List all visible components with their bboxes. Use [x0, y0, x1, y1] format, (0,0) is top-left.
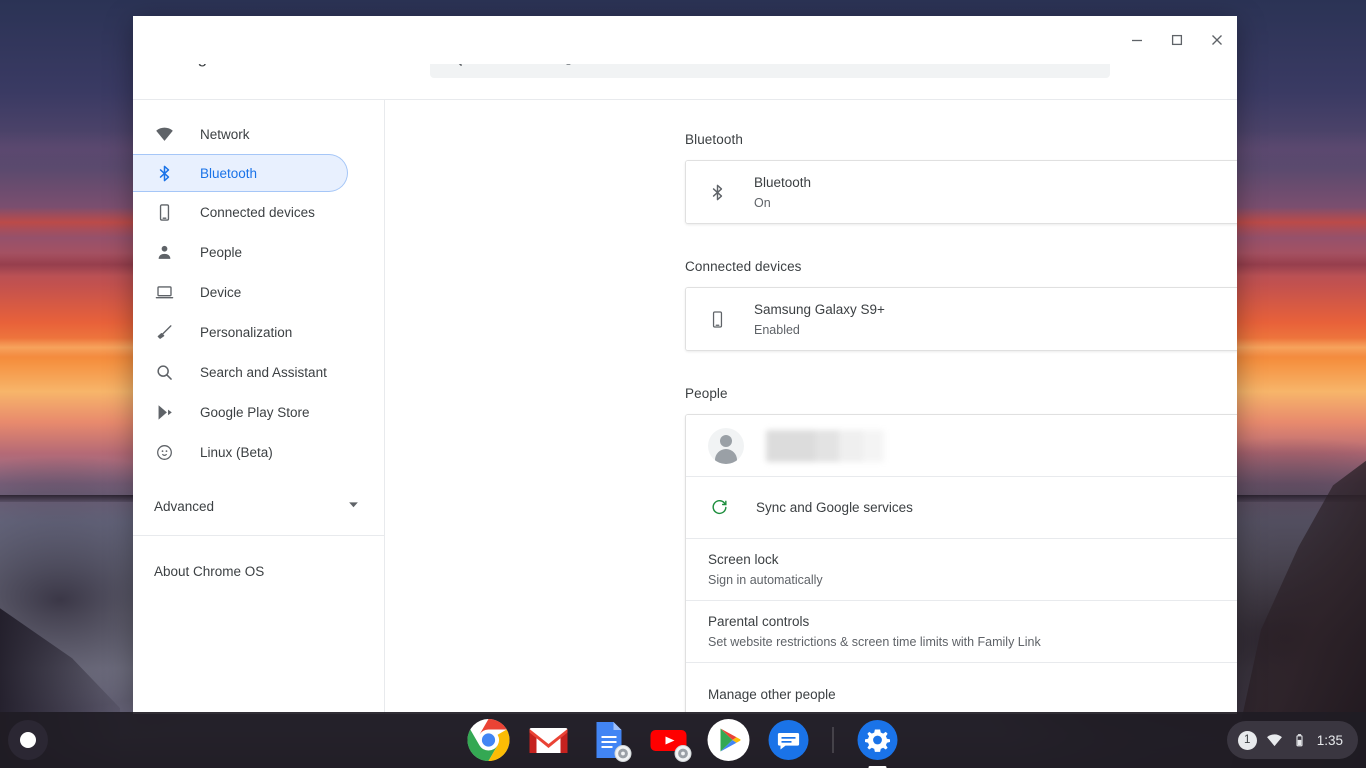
sidebar-item-label: Network — [200, 127, 250, 142]
connected-devices-card: Samsung Galaxy S9+ Enabled — [685, 287, 1237, 351]
main-content: Bluetooth Bluetooth On — [385, 100, 1237, 714]
shelf-app-settings[interactable] — [856, 718, 900, 762]
sidebar-item-label: Bluetooth — [200, 166, 257, 181]
sidebar-item-label: Connected devices — [200, 205, 315, 220]
play-store-icon — [707, 718, 751, 762]
screen-lock-row[interactable]: Screen lock Sign in automatically — [686, 539, 1237, 601]
phone-icon — [706, 310, 728, 329]
shelf-app-docs[interactable] — [587, 718, 631, 762]
shelf-app-youtube[interactable] — [647, 718, 691, 762]
linux-penguin-icon — [154, 442, 174, 462]
battery-icon[interactable] — [1292, 733, 1307, 748]
shelf-divider — [833, 727, 834, 753]
sidebar-item-connected-devices[interactable]: Connected devices — [133, 192, 384, 232]
messages-icon — [767, 718, 811, 762]
bluetooth-icon — [154, 163, 174, 183]
notification-count-badge[interactable]: 1 — [1238, 731, 1257, 750]
shelf-app-play-store[interactable] — [707, 718, 751, 762]
sidebar-item-google-play-store[interactable]: Google Play Store — [133, 392, 384, 432]
sidebar-about-label: About Chrome OS — [154, 564, 264, 579]
shelf-app-chrome[interactable] — [467, 718, 511, 762]
sidebar: Network Bluetooth Connected devices — [133, 100, 385, 714]
shortcut-badge — [615, 745, 632, 762]
launcher-button[interactable] — [8, 720, 48, 760]
shelf-app-gmail[interactable] — [527, 718, 571, 762]
sidebar-item-label: Linux (Beta) — [200, 445, 273, 460]
bluetooth-card: Bluetooth On — [685, 160, 1237, 224]
row-title: Screen lock — [708, 550, 1237, 569]
sidebar-item-about-chrome-os[interactable]: About Chrome OS — [133, 551, 384, 591]
brush-icon — [154, 322, 174, 342]
chrome-badge-icon — [618, 748, 629, 759]
sidebar-item-label: Personalization — [200, 325, 292, 340]
shelf: 1 1:35 — [0, 712, 1366, 768]
clock[interactable]: 1:35 — [1317, 733, 1343, 748]
manage-other-people-row[interactable]: Manage other people — [686, 663, 1237, 714]
maximize-button[interactable] — [1157, 16, 1197, 64]
phone-icon — [154, 202, 174, 222]
section-title-bluetooth: Bluetooth — [685, 132, 1237, 147]
wifi-icon — [154, 124, 174, 144]
launcher-icon — [20, 732, 36, 748]
close-button[interactable] — [1197, 16, 1237, 64]
chrome-badge-icon — [678, 748, 689, 759]
row-subtitle: Set website restrictions & screen time l… — [708, 633, 1235, 651]
account-row[interactable] — [686, 415, 1237, 477]
chrome-icon — [467, 718, 511, 762]
account-name-redacted — [766, 430, 884, 462]
row-subtitle: Sign in automatically — [708, 571, 1237, 589]
section-title-people: People — [685, 386, 1237, 401]
sidebar-advanced-toggle[interactable]: Advanced — [133, 486, 384, 526]
sidebar-item-device[interactable]: Device — [133, 272, 384, 312]
sidebar-item-label: Device — [200, 285, 241, 300]
connected-device-row[interactable]: Samsung Galaxy S9+ Enabled — [686, 288, 1237, 350]
sidebar-item-network[interactable]: Network — [133, 114, 384, 154]
bluetooth-icon — [706, 183, 728, 202]
shelf-apps — [467, 712, 900, 768]
person-icon — [154, 242, 174, 262]
sidebar-item-search-and-assistant[interactable]: Search and Assistant — [133, 352, 384, 392]
sync-icon — [708, 498, 730, 517]
minimize-button[interactable] — [1117, 16, 1157, 64]
section-title-connected-devices: Connected devices — [685, 259, 1237, 274]
sidebar-divider — [133, 535, 384, 536]
sync-and-google-services-row[interactable]: Sync and Google services — [686, 477, 1237, 539]
window-titlebar — [133, 16, 1237, 64]
sidebar-item-label: Search and Assistant — [200, 365, 327, 380]
system-tray[interactable]: 1 1:35 — [1227, 721, 1358, 759]
sidebar-item-people[interactable]: People — [133, 232, 384, 272]
row-subtitle: Enabled — [754, 321, 1237, 339]
laptop-icon — [154, 282, 174, 302]
wifi-icon[interactable] — [1266, 732, 1283, 749]
gmail-icon — [527, 718, 571, 762]
chevron-down-icon — [347, 498, 360, 514]
sidebar-item-personalization[interactable]: Personalization — [133, 312, 384, 352]
avatar — [708, 428, 744, 464]
sidebar-item-bluetooth[interactable]: Bluetooth — [133, 154, 348, 192]
maximize-icon — [1171, 34, 1183, 46]
settings-gear-icon — [856, 718, 900, 762]
close-icon — [1211, 34, 1223, 46]
sidebar-advanced-label: Advanced — [154, 499, 347, 514]
row-title: Samsung Galaxy S9+ — [754, 300, 1237, 319]
sidebar-item-label: People — [200, 245, 242, 260]
shelf-app-messages[interactable] — [767, 718, 811, 762]
minimize-icon — [1131, 34, 1143, 46]
parental-controls-row[interactable]: Parental controls Set website restrictio… — [686, 601, 1237, 663]
row-title: Bluetooth — [754, 173, 1237, 192]
shortcut-badge — [675, 745, 692, 762]
play-store-icon — [154, 402, 174, 422]
settings-window: Settings — [133, 16, 1237, 714]
row-title: Sync and Google services — [756, 498, 1237, 517]
row-title: Parental controls — [708, 612, 1235, 631]
search-icon — [154, 362, 174, 382]
bluetooth-row[interactable]: Bluetooth On — [686, 161, 1237, 223]
people-card: Sync and Google services Screen lock Sig… — [685, 414, 1237, 714]
row-subtitle: On — [754, 194, 1237, 212]
row-title: Manage other people — [708, 685, 1237, 704]
sidebar-item-linux-beta[interactable]: Linux (Beta) — [133, 432, 384, 472]
sidebar-item-label: Google Play Store — [200, 405, 310, 420]
